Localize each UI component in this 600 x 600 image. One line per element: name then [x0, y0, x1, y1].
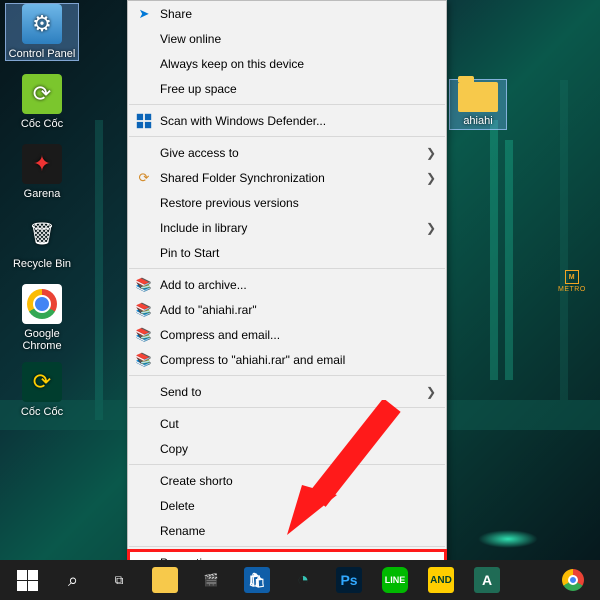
- menu-always-keep[interactable]: Always keep on this device: [128, 51, 446, 76]
- folder-icon: [152, 567, 178, 593]
- separator: [129, 407, 445, 408]
- shield-icon: [134, 111, 154, 131]
- menu-create-shortcut[interactable]: Create shorto: [128, 468, 446, 493]
- menu-view-online[interactable]: View online: [128, 26, 446, 51]
- search-button[interactable]: ⌕: [50, 560, 96, 600]
- icon-recycle-bin[interactable]: 🗑Recycle Bin: [6, 214, 78, 270]
- chevron-right-icon: ❯: [426, 385, 436, 399]
- desktop-folder-selected[interactable]: ahiahi: [450, 80, 506, 129]
- winrar-icon: 📚: [134, 300, 154, 320]
- context-menu: ➤Share View online Always keep on this d…: [127, 0, 447, 576]
- chrome-icon: [562, 569, 584, 591]
- task-view-button[interactable]: ⧉: [96, 560, 142, 600]
- menu-give-access[interactable]: Give access to❯: [128, 140, 446, 165]
- app-a-icon: A: [474, 567, 500, 593]
- menu-add-rar[interactable]: 📚Add to "ahiahi.rar": [128, 297, 446, 322]
- chevron-right-icon: ❯: [426, 171, 436, 185]
- separator: [129, 546, 445, 547]
- separator: [129, 104, 445, 105]
- menu-share[interactable]: ➤Share: [128, 1, 446, 26]
- share-icon: ➤: [134, 4, 154, 24]
- menu-restore-previous[interactable]: Restore previous versions: [128, 190, 446, 215]
- taskbar-photoshop[interactable]: Ps: [326, 560, 372, 600]
- icon-coc-coc[interactable]: ⟳Cốc Cốc: [6, 74, 78, 130]
- menu-free-up[interactable]: Free up space: [128, 76, 446, 101]
- separator: [129, 375, 445, 376]
- menu-copy[interactable]: Copy: [128, 436, 446, 461]
- windows-logo-icon: [17, 570, 38, 591]
- menu-send-to[interactable]: Send to❯: [128, 379, 446, 404]
- menu-rename[interactable]: Rename: [128, 518, 446, 543]
- menu-add-archive[interactable]: 📚Add to archive...: [128, 272, 446, 297]
- taskbar-chrome[interactable]: [550, 560, 596, 600]
- icon-garena[interactable]: ✦Garena: [6, 144, 78, 200]
- menu-shared-sync[interactable]: ⟳Shared Folder Synchronization❯: [128, 165, 446, 190]
- store-icon: 🛍: [244, 567, 270, 593]
- chevron-right-icon: ❯: [426, 221, 436, 235]
- taskbar-explorer[interactable]: [142, 560, 188, 600]
- menu-compress-rar-email[interactable]: 📚Compress to "ahiahi.rar" and email: [128, 347, 446, 372]
- winrar-icon: 📚: [134, 325, 154, 345]
- sync-icon: ⟳: [134, 168, 154, 188]
- menu-compress-email[interactable]: 📚Compress and email...: [128, 322, 446, 347]
- search-icon: ⌕: [68, 570, 78, 591]
- taskbar: ⌕ ⧉ 🎬 🛍 ◔ Ps LINE AND A: [0, 560, 600, 600]
- taskview-icon: ⧉: [115, 573, 124, 588]
- icon-coc-coc-2[interactable]: ⟳Cốc Cốc: [6, 362, 78, 418]
- and-icon: AND: [428, 567, 454, 593]
- menu-include-library[interactable]: Include in library❯: [128, 215, 446, 240]
- taskbar-line[interactable]: LINE: [372, 560, 418, 600]
- edge-icon: ◔: [297, 569, 309, 592]
- taskbar-store[interactable]: 🛍: [234, 560, 280, 600]
- taskbar-edge[interactable]: ◔: [280, 560, 326, 600]
- menu-pin-start[interactable]: Pin to Start: [128, 240, 446, 265]
- separator: [129, 268, 445, 269]
- desktop-icons: ⚙Control Panel ⟳Cốc Cốc ✦Garena 🗑Recycle…: [0, 0, 120, 432]
- line-icon: LINE: [382, 567, 408, 593]
- taskbar-app-a[interactable]: A: [464, 560, 510, 600]
- icon-control-panel[interactable]: ⚙Control Panel: [6, 4, 78, 60]
- separator: [129, 464, 445, 465]
- photoshop-icon: Ps: [336, 567, 362, 593]
- folder-icon: [458, 82, 498, 112]
- winrar-icon: 📚: [134, 275, 154, 295]
- chevron-right-icon: ❯: [426, 146, 436, 160]
- taskbar-video[interactable]: 🎬: [188, 560, 234, 600]
- taskbar-and[interactable]: AND: [418, 560, 464, 600]
- start-button[interactable]: [4, 560, 50, 600]
- separator: [129, 136, 445, 137]
- menu-cut[interactable]: Cut: [128, 411, 446, 436]
- winrar-icon: 📚: [134, 350, 154, 370]
- film-icon: 🎬: [204, 573, 219, 587]
- menu-delete[interactable]: Delete: [128, 493, 446, 518]
- icon-google-chrome[interactable]: Google Chrome: [6, 284, 78, 352]
- menu-scan-defender[interactable]: Scan with Windows Defender...: [128, 108, 446, 133]
